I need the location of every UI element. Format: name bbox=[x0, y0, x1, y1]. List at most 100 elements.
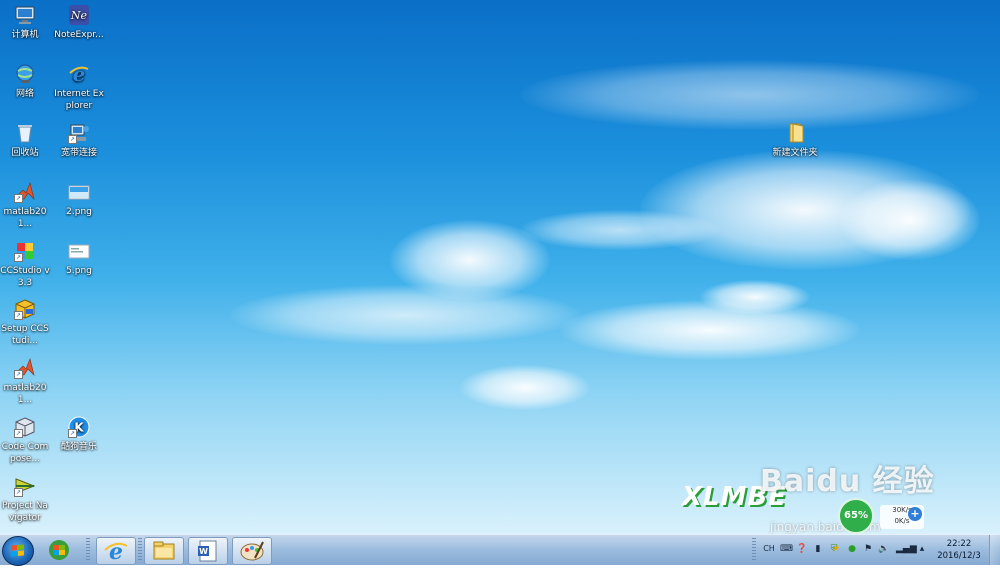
desktop-icon-label: Code Compose... bbox=[1, 442, 49, 464]
svg-text:W: W bbox=[199, 547, 208, 556]
desktop-icon-network[interactable]: 网络 bbox=[0, 63, 50, 100]
desktop-icon-label: matlab201... bbox=[3, 383, 47, 405]
desktop-icon-label: Project Navigator bbox=[2, 501, 48, 523]
wallpaper-cloud bbox=[700, 280, 810, 314]
desktop: 计算机 网络 回收站 ↗ matlab201... ↗ CCStudio v3.… bbox=[0, 0, 1000, 534]
word-document-icon: W bbox=[198, 540, 217, 562]
desktop-icon-label: Setup CCStudi... bbox=[1, 324, 49, 346]
desktop-icon-label: 宽带连接 bbox=[60, 148, 97, 158]
desktop-icon-label: CCStudio v3.3 bbox=[0, 266, 50, 288]
desktop-icon-2-png[interactable]: 2.png bbox=[54, 181, 104, 218]
png-file-icon bbox=[68, 181, 90, 203]
wallpaper-cloud bbox=[460, 365, 590, 410]
setup-ccstudio-icon: ↗ bbox=[14, 298, 36, 320]
shortcut-arrow-icon: ↗ bbox=[68, 429, 77, 438]
wallpaper-cloud bbox=[560, 300, 860, 360]
desktop-icon-label: 回收站 bbox=[11, 148, 39, 158]
desktop-icon-label: 酷狗音乐 bbox=[60, 442, 97, 452]
action-center-flag-icon[interactable]: ⚑ bbox=[862, 543, 874, 555]
wallpaper-cloud bbox=[520, 60, 980, 130]
desktop-icon-label: NoteExpr... bbox=[54, 30, 104, 40]
taskbar-word-document[interactable]: W bbox=[188, 537, 228, 565]
matlab-icon: ↗ bbox=[14, 181, 36, 203]
wallpaper-cloud bbox=[230, 285, 580, 345]
ccstudio-icon: ↗ bbox=[14, 240, 36, 262]
taskbar-windows-explorer[interactable] bbox=[144, 537, 184, 565]
network-icon bbox=[14, 63, 36, 85]
taskbar-media-center[interactable] bbox=[40, 537, 78, 563]
desktop-icon-label: 计算机 bbox=[11, 30, 39, 40]
desktop-icon-label: 5.png bbox=[66, 266, 92, 276]
internet-explorer-icon: e bbox=[104, 539, 128, 565]
desktop-icon-recycle-bin[interactable]: 回收站 bbox=[0, 122, 50, 159]
noteexpress-icon: Ne bbox=[68, 4, 90, 26]
desktop-icon-broadband-connection[interactable]: ↗ 宽带连接 bbox=[54, 122, 104, 159]
desktop-icon-computer[interactable]: 计算机 bbox=[0, 4, 50, 41]
png-file-icon bbox=[68, 240, 90, 262]
speed-boost-plus-icon[interactable]: + bbox=[908, 507, 922, 521]
desktop-icon-internet-explorer[interactable]: e Internet Explorer bbox=[54, 62, 104, 112]
shortcut-arrow-icon: ↗ bbox=[68, 135, 77, 144]
recycle-bin-icon bbox=[14, 122, 36, 144]
computer-icon bbox=[14, 4, 36, 26]
svg-text:Ne: Ne bbox=[70, 9, 88, 22]
internet-explorer-icon: e bbox=[68, 62, 90, 86]
desktop-icon-new-folder[interactable]: 新建文件夹 bbox=[768, 122, 822, 159]
clock-time: 22:22 bbox=[946, 539, 972, 549]
shortcut-arrow-icon: ↗ bbox=[14, 311, 23, 320]
windows-logo-icon bbox=[11, 544, 24, 557]
volume-icon[interactable]: 🔈 bbox=[878, 543, 890, 555]
desktop-icon-setup-ccstudio[interactable]: ↗ Setup CCStudi... bbox=[0, 298, 50, 347]
matlab-icon: ↗ bbox=[14, 357, 36, 379]
tray-app-icon[interactable]: ▮ bbox=[812, 543, 824, 555]
start-button[interactable] bbox=[2, 536, 34, 566]
desktop-icon-label: 新建文件夹 bbox=[772, 148, 818, 158]
desktop-icon-code-composer[interactable]: ↗ Code Compose... bbox=[0, 416, 50, 465]
desktop-icon-label: Internet Explorer bbox=[54, 89, 104, 111]
show-desktop-button[interactable] bbox=[989, 535, 1000, 565]
network-signal-icon[interactable]: ▂▄▆ bbox=[896, 543, 917, 555]
desktop-icon-5-png[interactable]: 5.png bbox=[54, 240, 104, 277]
desktop-icon-kugou-music[interactable]: K ↗ 酷狗音乐 bbox=[54, 416, 104, 453]
taskbar-paint[interactable] bbox=[232, 537, 272, 565]
help-icon[interactable]: ❓ bbox=[796, 543, 808, 555]
shortcut-arrow-icon: ↗ bbox=[14, 194, 23, 203]
wallpaper-cloud bbox=[520, 210, 720, 250]
svg-text:e: e bbox=[109, 539, 123, 564]
svg-text:e: e bbox=[73, 63, 86, 85]
desktop-icon-noteexpress[interactable]: Ne NoteExpr... bbox=[54, 4, 104, 41]
taskbar-separator[interactable] bbox=[138, 538, 142, 562]
folder-icon bbox=[784, 122, 806, 144]
network-speed-ball[interactable]: 65% bbox=[838, 498, 874, 534]
desktop-icon-matlab[interactable]: ↗ matlab201... bbox=[0, 181, 50, 230]
shortcut-arrow-icon: ↗ bbox=[14, 429, 23, 438]
desktop-icon-label: 2.png bbox=[66, 207, 92, 217]
taskbar-separator[interactable] bbox=[86, 538, 90, 562]
windows-media-center-icon bbox=[49, 540, 69, 560]
keyboard-icon[interactable]: ⌨ bbox=[780, 543, 793, 555]
shortcut-arrow-icon: ↗ bbox=[14, 370, 23, 379]
shortcut-arrow-icon: ↗ bbox=[14, 253, 23, 262]
baidu-jingyan-watermark: Baidu 经验 bbox=[760, 464, 935, 499]
desktop-icon-label: 网络 bbox=[15, 89, 34, 99]
language-indicator[interactable]: CH bbox=[762, 543, 776, 555]
tray-overflow-icon[interactable]: ▴ bbox=[916, 543, 928, 555]
project-navigator-icon: ↗ bbox=[14, 475, 36, 497]
taskbar: e W CH ⌨ ❓ ▮ ⛨ ★ ● ⚑ 🔈 ▂▄▆ ▴ 22:22 2016/… bbox=[0, 534, 1000, 566]
shortcut-arrow-icon: ↗ bbox=[14, 488, 23, 497]
desktop-icon-label: matlab201... bbox=[3, 207, 47, 229]
broadband-connection-icon: ↗ bbox=[68, 122, 90, 144]
taskbar-internet-explorer[interactable]: e bbox=[96, 537, 136, 565]
kugou-music-icon: K ↗ bbox=[68, 416, 90, 438]
desktop-icon-ccstudio[interactable]: ↗ CCStudio v3.3 bbox=[0, 240, 50, 289]
star-icon[interactable]: ★ bbox=[830, 543, 842, 555]
guard-icon[interactable]: ● bbox=[846, 543, 858, 555]
tray-separator[interactable] bbox=[752, 538, 756, 562]
system-clock[interactable]: 22:22 2016/12/3 bbox=[936, 538, 982, 562]
paint-icon bbox=[240, 541, 264, 561]
desktop-icon-project-navigator[interactable]: ↗ Project Navigator bbox=[0, 475, 50, 524]
windows-explorer-icon bbox=[153, 541, 175, 560]
clock-date: 2016/12/3 bbox=[937, 551, 981, 561]
desktop-icon-matlab-2[interactable]: ↗ matlab201... bbox=[0, 357, 50, 406]
code-composer-icon: ↗ bbox=[14, 416, 36, 438]
